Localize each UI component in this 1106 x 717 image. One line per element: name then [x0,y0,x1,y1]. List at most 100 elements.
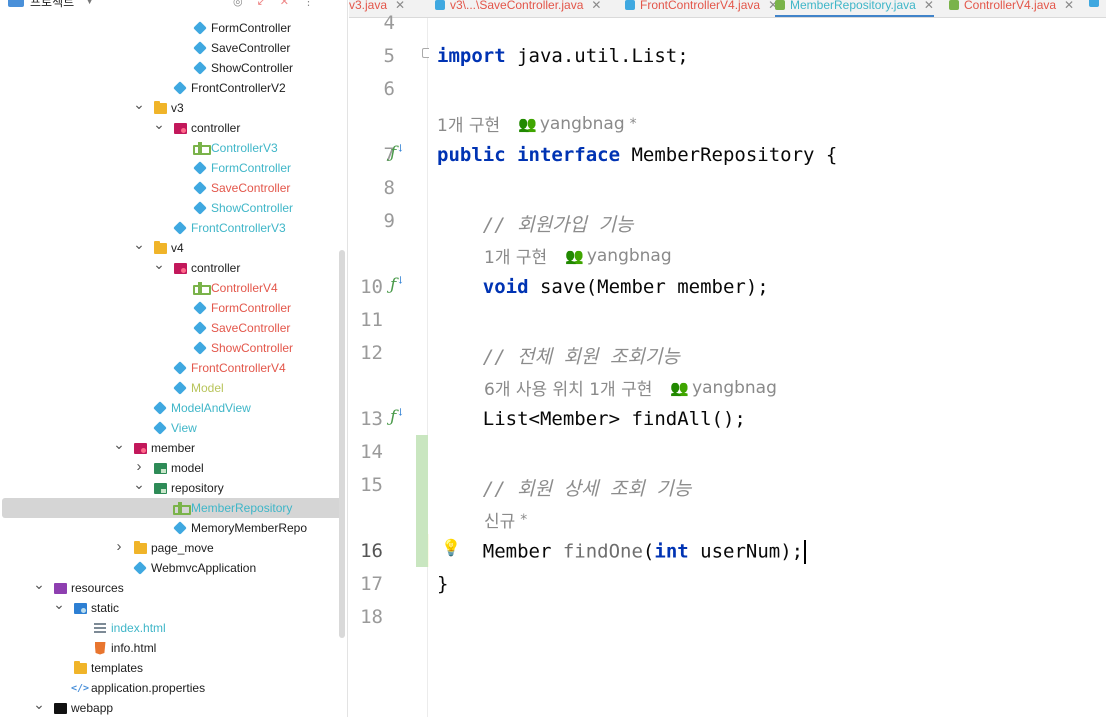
tree-item-formcontroller[interactable]: FormController [0,298,346,318]
tree-item-savecontroller[interactable]: SaveController [0,178,346,198]
tree-item-repository[interactable]: ⌄ repository [0,476,346,498]
code-line-10[interactable]: void save(Member member); [437,276,769,298]
code-line-9[interactable]: // 회원가입 기능 [437,210,634,237]
close-icon[interactable]: ✕ [924,0,934,12]
implemented-icon[interactable]: ƒ↓ [390,143,405,163]
tree-item-resources[interactable]: ⌄ resources [0,576,346,598]
tree-item-controllerv3[interactable]: ControllerV3 [0,138,346,158]
implemented-icon[interactable]: ƒ↓ [390,275,405,295]
code-token: void [482,276,529,298]
class-icon [173,361,187,375]
chevron-down-icon[interactable]: ⌄ [113,436,125,453]
tree-item-model[interactable]: Model [0,378,346,398]
class-icon[interactable] [1089,0,1099,7]
tree-item-label: ControllerV3 [211,141,278,155]
tree-item-v3[interactable]: ⌄ v3 [0,96,346,118]
chevron-down-icon[interactable]: ⌄ [133,236,145,253]
code-line-5[interactable]: import java.util.List; [437,45,689,67]
tree-item-label: ShowController [211,61,294,75]
line-number: 4 [383,12,395,34]
tree-item-application-properties[interactable]: </> application.properties [0,678,346,698]
class-icon [173,381,187,395]
tree-item-memberrepository[interactable]: MemberRepository [2,498,344,518]
tree-item-savecontroller[interactable]: SaveController [0,38,346,58]
chevron-down-icon[interactable]: ⌄ [33,576,45,593]
tree-scrollbar[interactable] [339,250,345,638]
code-vision-hint[interactable]: 1개 구현 👥 yangbnag * [437,111,637,137]
tree-item-label: SaveController [211,321,291,335]
chevron-down-icon[interactable]: ⌄ [133,96,145,113]
chevron-down-icon[interactable]: ⌄ [153,256,165,273]
tree-item-templates[interactable]: templates [0,658,346,678]
tree-item-member[interactable]: ⌄ member [0,436,346,458]
lightbulb-icon[interactable]: 💡 [441,538,461,557]
tree-item-view[interactable]: View [0,418,346,438]
tree-item-controller[interactable]: ⌄ controller [0,116,346,138]
class-icon-shape [173,221,187,235]
tree-item-label: FormController [211,21,292,35]
tree-item-controller[interactable]: ⌄ controller [0,256,346,278]
more-icon[interactable]: ⋮ [303,0,314,8]
tree-item-static[interactable]: ⌄ static [0,596,346,618]
collapse-icon[interactable]: ↙ [257,0,266,8]
tree-item-webapp[interactable]: ⌄ webapp [0,696,346,717]
project-title[interactable]: 프로젝트 [30,0,74,10]
implemented-icon[interactable]: ƒ↓ [390,407,405,427]
tree-item-webmvcapplication[interactable]: WebmvcApplication [0,558,346,578]
class-icon [625,0,635,10]
code-vision-hint[interactable]: 6개 사용 위치 1개 구현 👥 yangbnag [484,375,777,401]
class-icon [193,61,207,75]
code-line-7[interactable]: public interface MemberRepository { [437,144,837,166]
tree-item-v4[interactable]: ⌄ v4 [0,236,346,258]
vcs-change-marker[interactable] [416,435,428,567]
close-icon[interactable]: ✕ [395,0,405,12]
class-icon [435,0,445,10]
chevron-right-icon[interactable]: › [133,458,145,475]
tab-1[interactable]: v3\...\SaveController.java ✕ [435,0,601,16]
pkg-green-icon-shape [153,462,167,474]
tree-item-controllerv4[interactable]: ControllerV4 [0,278,346,298]
code-line-17[interactable]: } [437,573,448,595]
tree-item-label: member [151,441,196,455]
close-icon[interactable]: ✕ [1064,0,1074,12]
tree-item-info-html[interactable]: info.html [0,638,346,658]
tree-item-label: FrontControllerV2 [191,81,286,95]
tab-3[interactable]: MemberRepository.java ✕ [775,0,934,17]
code-line-15[interactable]: // 회원 상세 조회 기능 [437,474,691,501]
chevron-down-icon[interactable]: ⌄ [53,596,65,613]
chevron-right-icon[interactable]: › [113,538,125,555]
tree-item-formcontroller[interactable]: FormController [0,18,346,38]
tree-item-modelandview[interactable]: ModelAndView [0,398,346,418]
tree-item-showcontroller[interactable]: ShowController [0,338,346,358]
tree-item-frontcontrollerv2[interactable]: FrontControllerV2 [0,78,346,98]
tree-item-memorymemberrepo[interactable]: MemoryMemberRepo [0,518,346,538]
close-icon[interactable]: ✕ [591,0,601,12]
tab-2[interactable]: FrontControllerV4.java ✕ [625,0,778,16]
tree-item-label: View [171,421,197,435]
locate-icon[interactable]: ◎ [233,0,243,8]
tab-4[interactable]: ControllerV4.java ✕ [949,0,1074,16]
chevron-down-icon[interactable]: ▼ [86,0,93,6]
code-vision-hint[interactable]: 1개 구현 👥 yangbnag [484,243,672,269]
tree-item-index-html[interactable]: index.html [0,618,346,638]
tree-item-showcontroller[interactable]: ShowController [0,58,346,78]
chevron-down-icon[interactable]: ⌄ [133,476,145,493]
tree-item-model[interactable]: › model [0,458,346,478]
code-line-16[interactable]: Member findOne(int userNum); [437,540,807,564]
chevron-down-icon[interactable]: ⌄ [153,116,165,133]
tree-item-page-move[interactable]: › page_move [0,538,346,558]
tree-item-frontcontrollerv3[interactable]: FrontControllerV3 [0,218,346,238]
tree-item-formcontroller[interactable]: FormController [0,158,346,178]
class-icon-shape [173,361,187,375]
tree-item-frontcontrollerv4[interactable]: FrontControllerV4 [0,358,346,378]
tree-item-savecontroller[interactable]: SaveController [0,318,346,338]
user-group-icon: 👥 [518,114,537,133]
close-icon[interactable]: ✕ [280,0,289,8]
class-icon [193,41,207,55]
code-line-12[interactable]: // 전체 회원 조회기능 [437,342,680,369]
chevron-down-icon[interactable]: ⌄ [33,696,45,713]
code-vision-hint[interactable]: 신규 * [484,507,527,533]
code-line-13[interactable]: List<Member> findAll(); [437,408,746,430]
tree-item-showcontroller[interactable]: ShowController [0,198,346,218]
project-tree[interactable]: 프로젝트 ▼ ◎ ↙ ✕ ⋮ FormController SaveController… [0,0,348,717]
